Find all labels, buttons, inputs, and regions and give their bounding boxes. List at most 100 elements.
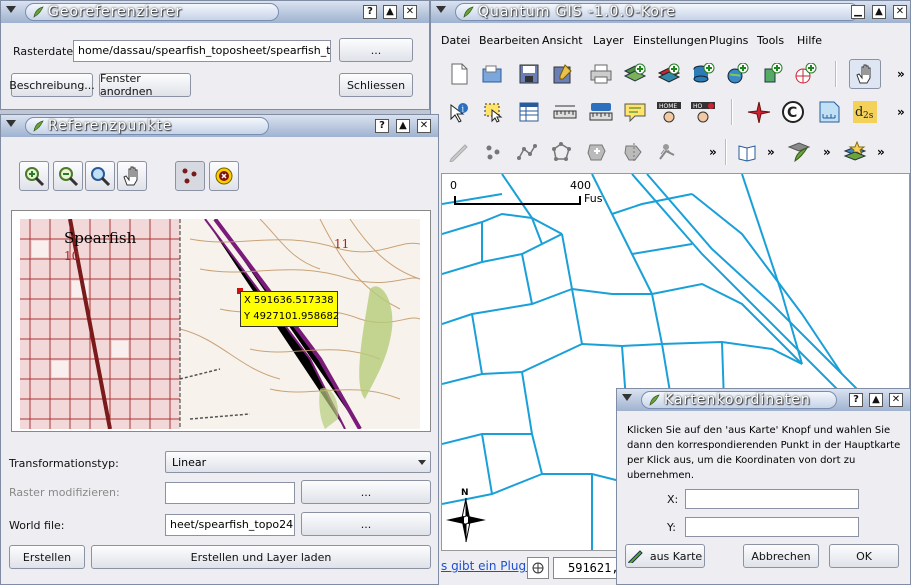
close-button[interactable]: ✕	[889, 393, 903, 407]
add-globe-icon[interactable]	[791, 61, 819, 87]
zoom-full-button[interactable]	[85, 161, 115, 191]
capture-point-icon[interactable]	[479, 139, 507, 165]
georef-titlebar[interactable]: Georeferenzierer ? ▲ ✕	[1, 1, 429, 23]
close-georef-button[interactable]: Schliessen	[339, 73, 413, 97]
plugin-status-link[interactable]: s gibt ein Plugi	[441, 559, 529, 573]
help-button[interactable]: ?	[849, 393, 863, 407]
zoom-out-button[interactable]	[53, 161, 83, 191]
zoom-in-icon	[25, 167, 45, 187]
create-button[interactable]: Erstellen	[9, 545, 85, 569]
add-point-icon	[182, 168, 197, 184]
raster-browse-button[interactable]: ...	[339, 38, 413, 62]
close-button[interactable]: ✕	[417, 119, 431, 133]
add-postgis-icon[interactable]	[689, 61, 717, 87]
toolbar-overflow-icon[interactable]: »	[823, 145, 831, 159]
plugin-star-icon[interactable]	[841, 139, 869, 165]
attribute-table-icon[interactable]	[515, 99, 543, 125]
ok-button[interactable]: OK	[829, 544, 899, 568]
show-bookmarks-icon[interactable]: HO	[689, 99, 717, 125]
new-bookmark-icon[interactable]: HOME	[655, 99, 683, 125]
help-book-icon[interactable]	[733, 139, 761, 165]
create-and-load-button[interactable]: Erstellen und Layer laden	[91, 545, 431, 569]
print-icon[interactable]	[587, 61, 615, 87]
add-raster-icon[interactable]	[621, 61, 649, 87]
y-input[interactable]	[685, 517, 859, 537]
toggle-editing-icon[interactable]	[445, 139, 473, 165]
toolbar-overflow-icon[interactable]: »	[767, 145, 775, 159]
world-file-browse-button[interactable]: ...	[301, 512, 431, 536]
open-project-icon[interactable]	[479, 61, 507, 87]
from-map-label: aus Karte	[649, 549, 703, 563]
window-menu-icon[interactable]	[6, 120, 16, 127]
north-arrow-icon[interactable]	[745, 99, 773, 125]
menu-ansicht[interactable]: Ansicht	[542, 34, 583, 47]
modify-raster-input[interactable]	[165, 482, 295, 504]
menu-tools[interactable]: Tools	[757, 34, 784, 47]
delete-point-button[interactable]	[209, 161, 239, 191]
close-button[interactable]: ✕	[893, 5, 907, 19]
menu-layer[interactable]: Layer	[593, 34, 624, 47]
toolbar-overflow-icon[interactable]: »	[897, 67, 905, 81]
world-file-input[interactable]: heet/spearfish_topo24.wld	[165, 514, 295, 536]
coords-titlebar[interactable]: Kartenkoordinaten ? ▲ ✕	[617, 389, 910, 411]
qgis-titlebar[interactable]: Quantum GIS -1.0.0-Kore ▁ ▲ ✕	[431, 1, 910, 23]
identify-icon[interactable]: i	[445, 99, 473, 125]
menu-bearbeiten[interactable]: Bearbeiten	[479, 34, 539, 47]
modify-raster-browse-button[interactable]: ...	[301, 480, 431, 504]
raster-canvas[interactable]: Spearfish 10 11 X 591636.517338 Y 492710…	[11, 210, 431, 432]
pan-button[interactable]	[117, 161, 147, 191]
close-button[interactable]: ✕	[403, 5, 417, 19]
menu-einstellungen[interactable]: Einstellungen	[633, 34, 708, 47]
arrange-windows-button[interactable]: Fenster anordnen	[99, 72, 191, 98]
help-button[interactable]: ?	[375, 119, 389, 133]
window-menu-icon[interactable]	[436, 6, 446, 13]
from-map-button[interactable]: aus Karte	[625, 544, 705, 568]
measure-area-icon[interactable]	[587, 99, 615, 125]
add-spatialite-icon[interactable]	[757, 61, 785, 87]
grass-tools-icon[interactable]	[785, 139, 813, 165]
menu-datei[interactable]: Datei	[441, 34, 470, 47]
map-label-section-10: 10	[64, 249, 80, 263]
description-button[interactable]: Beschreibung...	[9, 73, 95, 97]
menu-plugins[interactable]: Plugins	[709, 34, 748, 47]
pan-hand-icon[interactable]	[849, 59, 881, 89]
new-project-icon[interactable]	[445, 61, 473, 87]
toolbar-overflow-icon[interactable]: »	[897, 105, 905, 119]
capture-line-icon[interactable]	[513, 139, 541, 165]
cancel-button[interactable]: Abbrechen	[743, 544, 819, 568]
minimize-button[interactable]: ▁	[851, 5, 865, 19]
split-features-icon[interactable]	[619, 139, 647, 165]
capture-polygon-icon[interactable]	[547, 139, 575, 165]
measure-line-icon[interactable]	[551, 99, 579, 125]
node-tool-icon[interactable]	[653, 139, 681, 165]
refpoints-titlebar[interactable]: Referenzpunkte ? ▲ ✕	[1, 115, 438, 137]
save-project-icon[interactable]	[515, 61, 543, 87]
menu-hilfe[interactable]: Hilfe	[797, 34, 822, 47]
delimited-text-icon[interactable]: d 2s	[851, 99, 879, 125]
shade-button[interactable]: ▲	[396, 119, 410, 133]
raster-file-label: Rasterdatei:	[13, 45, 80, 58]
help-button[interactable]: ?	[363, 5, 377, 19]
shade-button[interactable]: ▲	[383, 5, 397, 19]
scale-bar-icon[interactable]	[815, 99, 843, 125]
coordinate-toggle-icon[interactable]	[527, 557, 549, 579]
toolbar-overflow-icon[interactable]: »	[877, 145, 885, 159]
map-tips-icon[interactable]	[621, 99, 649, 125]
x-input[interactable]	[685, 489, 859, 509]
add-vector-icon[interactable]	[655, 61, 683, 87]
transformation-select[interactable]: Linear	[165, 451, 431, 473]
window-menu-icon[interactable]	[622, 394, 632, 401]
shade-button[interactable]: ▲	[869, 393, 883, 407]
maximize-button[interactable]: ▲	[872, 5, 886, 19]
save-as-icon[interactable]	[549, 61, 577, 87]
add-point-button[interactable]	[175, 161, 205, 191]
zoom-in-button[interactable]	[19, 161, 49, 191]
raster-file-input[interactable]: home/dassau/spearfish_toposheet/spearfis…	[73, 40, 331, 62]
toolbar-overflow-icon[interactable]: »	[709, 145, 717, 159]
window-menu-icon[interactable]	[6, 6, 16, 13]
select-features-icon[interactable]	[479, 99, 507, 125]
scale-unit: Fus	[584, 192, 603, 205]
add-wms-icon[interactable]	[723, 61, 751, 87]
move-feature-icon[interactable]	[583, 139, 611, 165]
copyright-label-icon[interactable]: C	[779, 99, 807, 125]
